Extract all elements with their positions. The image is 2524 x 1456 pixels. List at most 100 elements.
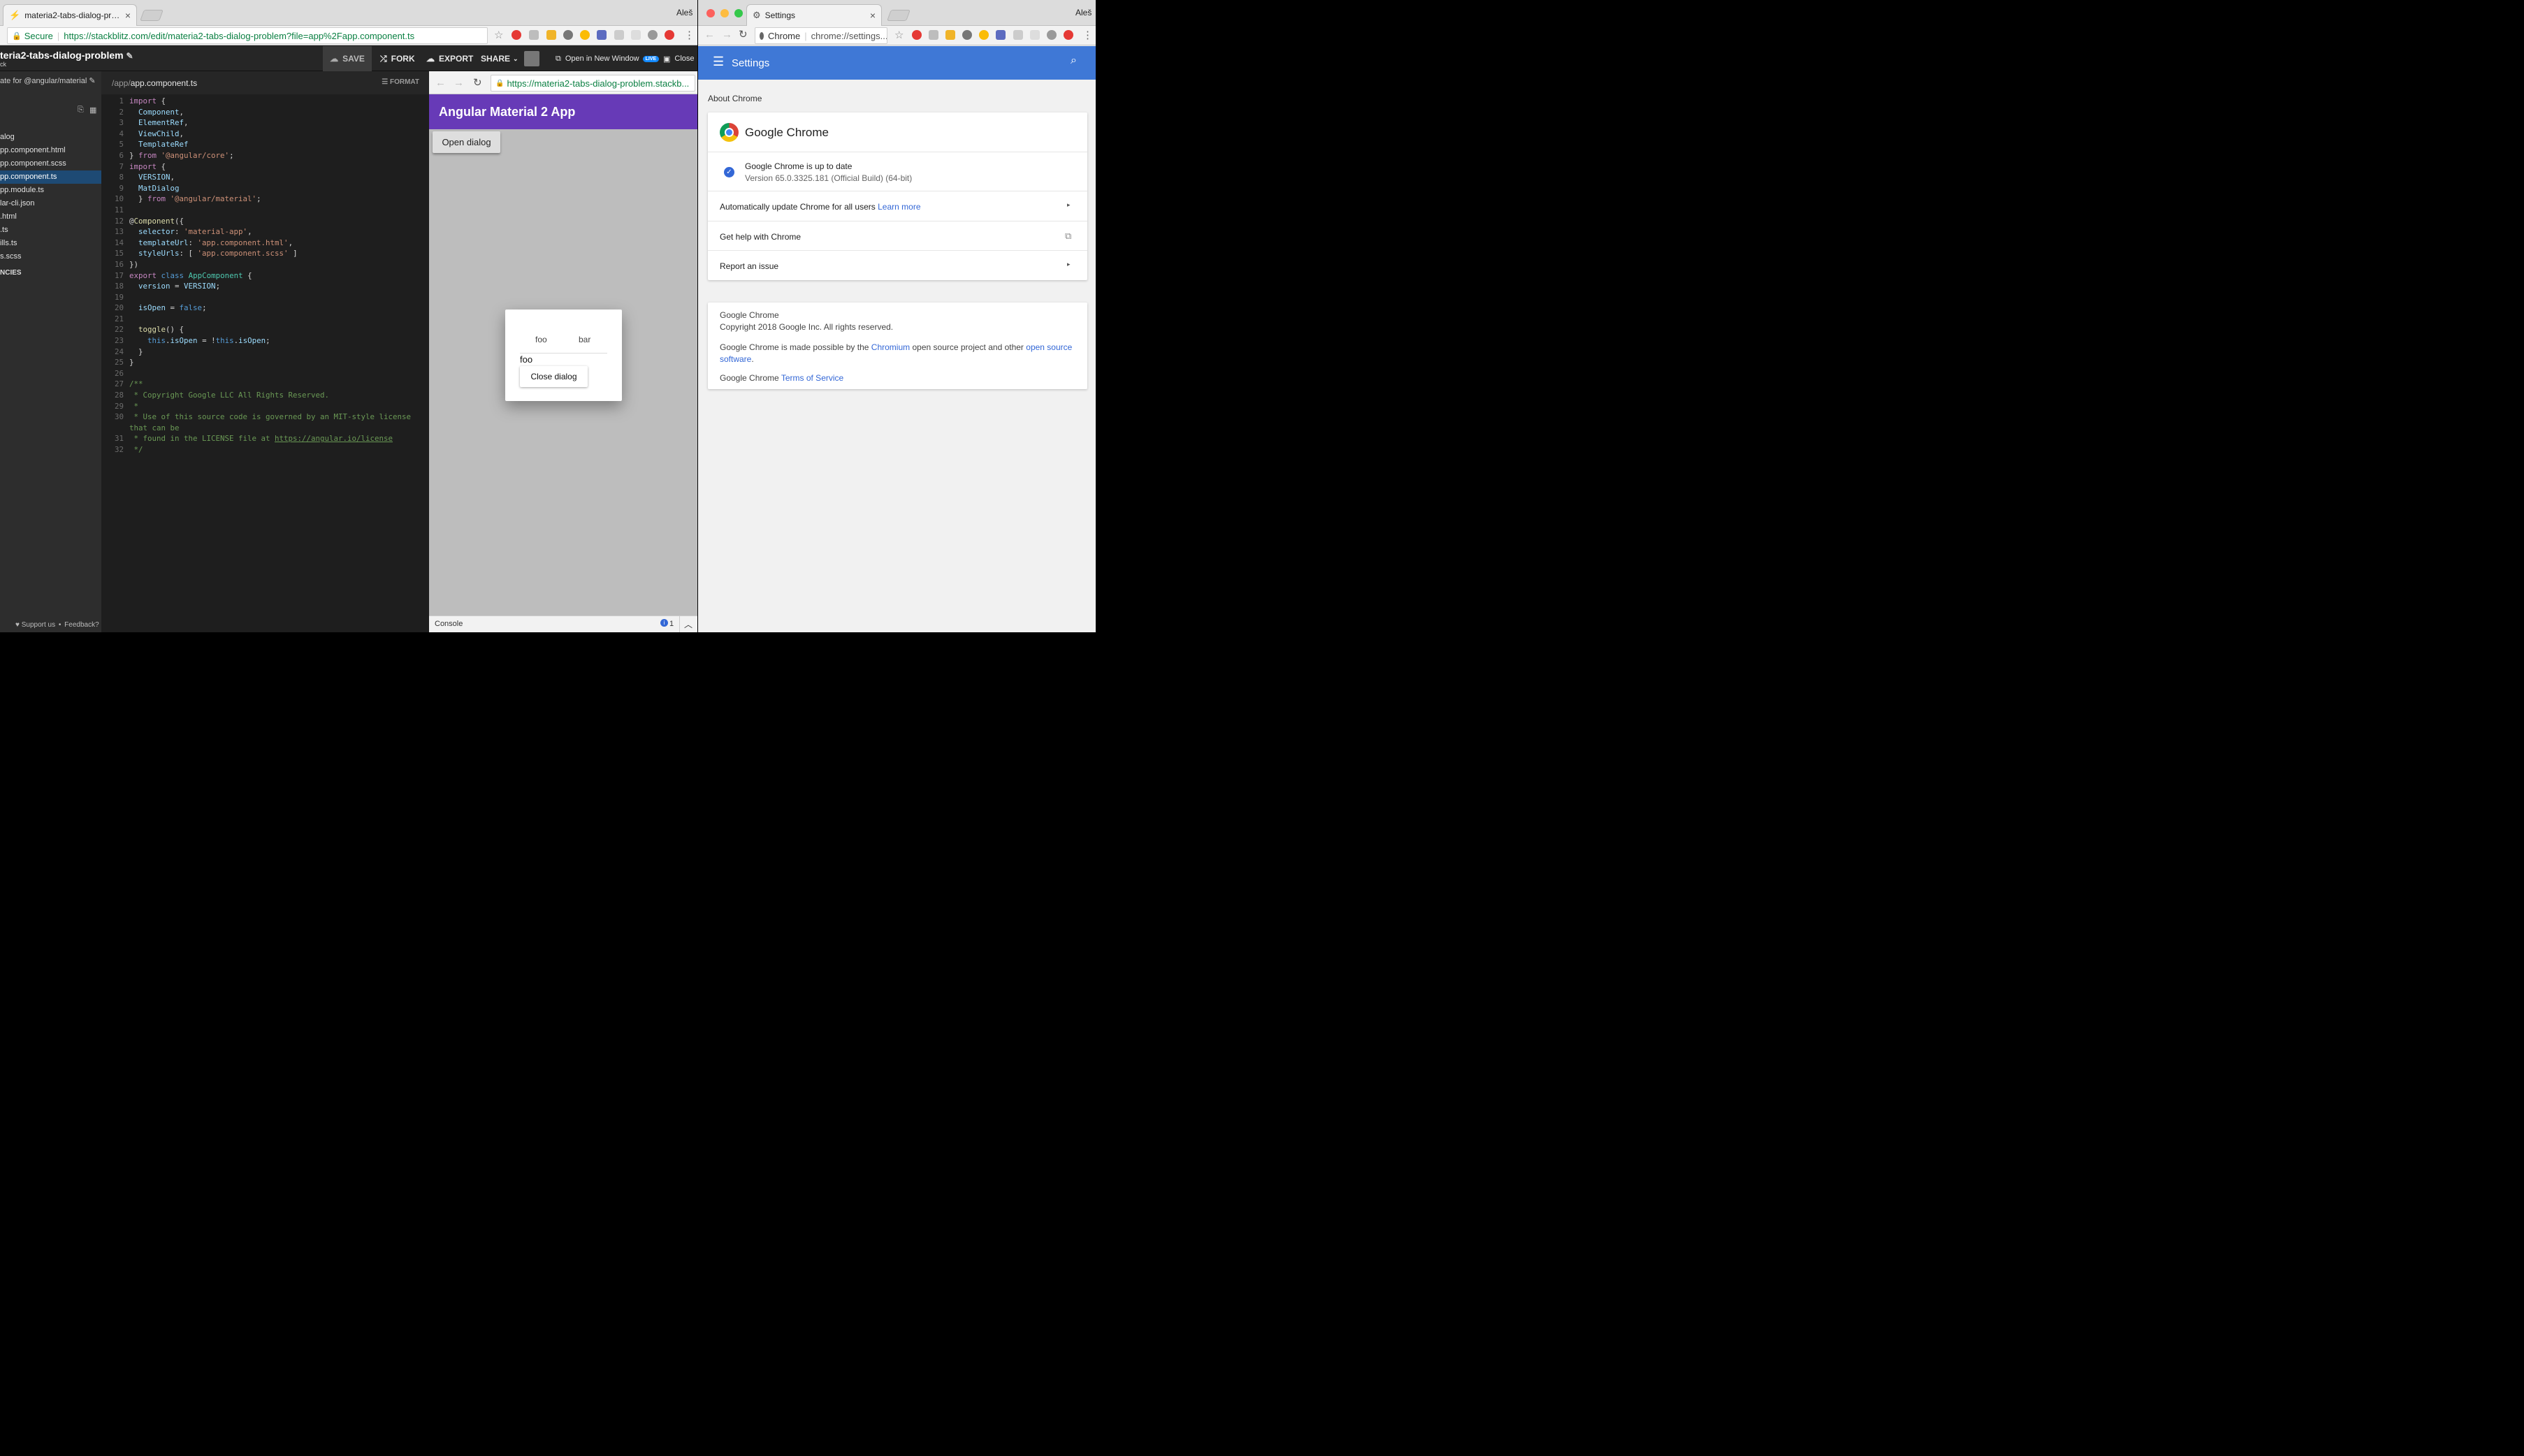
extension-icon[interactable] [563, 30, 573, 40]
extension-icon[interactable] [945, 30, 955, 40]
code-line: 14 templateUrl: 'app.component.html', [101, 238, 429, 249]
reload-icon[interactable]: ↻ [473, 76, 482, 89]
tab-stackblitz[interactable]: ⚡ materia2-tabs-dialog-problem × [3, 4, 137, 26]
dialog-content: foo [520, 354, 533, 365]
extension-icon[interactable] [962, 30, 972, 40]
support-link[interactable]: Support us [22, 621, 55, 629]
tos-link[interactable]: Terms of Service [781, 373, 843, 383]
sidebar-file-item[interactable]: pp.component.html [0, 144, 101, 157]
chrome-icon [760, 31, 764, 40]
extension-icon[interactable] [546, 30, 556, 40]
dialog-tab-bar[interactable]: bar [579, 335, 590, 344]
share-button[interactable]: SHARE ⌄ [481, 46, 518, 71]
address-bar[interactable]: 🔒 Secure | https://stackblitz.com/edit/m… [7, 27, 488, 44]
power-icon[interactable] [1064, 30, 1073, 40]
help-label: Get help with Chrome [720, 232, 802, 242]
extension-icon[interactable] [631, 30, 641, 40]
new-tab-button[interactable] [140, 10, 164, 21]
adblock-icon[interactable] [512, 30, 521, 40]
address-bar[interactable]: Chrome | chrome://settings... [755, 27, 887, 44]
tab-settings[interactable]: ⚙ Settings × [746, 4, 882, 26]
extension-icon[interactable] [648, 30, 658, 40]
pencil-icon[interactable]: ✎ [126, 51, 133, 61]
sidebar-file-item[interactable]: alog [0, 131, 101, 144]
extension-icon[interactable] [597, 30, 607, 40]
code-line: 25} [101, 357, 429, 368]
search-icon[interactable]: ⌕ [1071, 54, 1077, 67]
help-row[interactable]: Get help with Chrome ⧉ [708, 221, 1087, 250]
pencil-icon[interactable]: ✎ [89, 77, 95, 85]
close-tab-icon[interactable]: × [867, 10, 881, 21]
sidebar-file-item[interactable]: .ts [0, 224, 101, 237]
window-maximize-icon[interactable] [734, 9, 743, 17]
sidebar-file-item[interactable]: ills.ts [0, 237, 101, 250]
feedback-link[interactable]: Feedback? [64, 621, 99, 629]
save-button[interactable]: ☁ SAVE [323, 46, 372, 71]
project-title[interactable]: teria2-tabs-dialog-problem ✎ [0, 50, 133, 61]
sidebar-file-item[interactable]: s.scss [0, 250, 101, 263]
dialog-tab-foo[interactable]: foo [535, 335, 547, 344]
console-bar[interactable]: Console i 1 ︿ [429, 616, 697, 632]
extension-icon[interactable] [1013, 30, 1023, 40]
chevron-up-icon[interactable]: ︿ [684, 618, 692, 630]
back-icon[interactable]: ← [435, 77, 446, 89]
open-new-window-button[interactable]: ⧉ Open in New Window LIVE [556, 46, 660, 71]
avatar[interactable] [524, 51, 539, 66]
new-folder-icon[interactable]: ▦ [89, 105, 96, 115]
forward-icon[interactable]: → [722, 29, 732, 41]
auto-update-row[interactable]: Automatically update Chrome for all user… [708, 191, 1087, 221]
open-dialog-button[interactable]: Open dialog [433, 131, 500, 153]
extension-icon[interactable] [996, 30, 1006, 40]
sidebar-file-item[interactable]: .html [0, 210, 101, 224]
code-line: 30 * Use of this source code is governed… [101, 412, 429, 423]
camera-icon[interactable] [529, 30, 539, 40]
copyright-text: Copyright 2018 Google Inc. All rights re… [720, 322, 894, 332]
dependencies-section[interactable]: NCIES [0, 269, 22, 277]
export-button[interactable]: ☁ EXPORT [426, 46, 473, 71]
extension-icon[interactable] [580, 30, 590, 40]
close-preview-button[interactable]: ▣ Close [663, 46, 695, 71]
format-button[interactable]: ☰ FORMAT [382, 78, 419, 86]
camera-icon[interactable] [929, 30, 938, 40]
sidebar-file-item[interactable]: pp.component.scss [0, 157, 101, 170]
credits-text: Google Chrome is made possible by the Ch… [720, 342, 1073, 364]
bookmark-star-icon[interactable]: ☆ [894, 29, 904, 41]
version-text: Version 65.0.3325.181 (Official Build) (… [745, 173, 913, 183]
code-text: TemplateRef [138, 140, 189, 150]
chromium-link[interactable]: Chromium [871, 342, 910, 352]
bookmark-star-icon[interactable]: ☆ [494, 29, 503, 41]
back-icon[interactable]: ← [704, 29, 715, 41]
project-description[interactable]: ate for @angular/material ✎ [0, 76, 96, 85]
sidebar-file-item[interactable]: pp.module.ts [0, 184, 101, 197]
report-row[interactable]: Report an issue ▸ [708, 250, 1087, 280]
adblock-icon[interactable] [912, 30, 922, 40]
menu-kebab-icon[interactable]: ⋮ [1082, 29, 1093, 41]
window-close-icon[interactable] [706, 9, 715, 17]
sidebar-file-item[interactable]: pp.component.ts [0, 170, 101, 184]
code-text: */ [129, 445, 143, 454]
extension-icon[interactable] [979, 30, 989, 40]
new-tab-button[interactable] [887, 10, 911, 21]
arrow-right-icon: ▸ [1067, 261, 1071, 268]
code-text: } from '@angular/core'; [129, 150, 234, 160]
fork-button[interactable]: ⤮ FORK [380, 46, 415, 71]
preview-url-bar[interactable]: 🔒 https://materia2-tabs-dialog-problem.s… [491, 75, 695, 92]
reload-icon[interactable]: ↻ [739, 28, 748, 41]
profile-name[interactable]: Aleš [676, 8, 692, 17]
profile-name[interactable]: Aleš [1075, 8, 1091, 17]
code-editor[interactable]: /app/app.component.ts ☰ FORMAT 1 import {… [101, 71, 429, 632]
close-dialog-button[interactable]: Close dialog [520, 366, 588, 387]
extension-icon[interactable] [1030, 30, 1040, 40]
window-minimize-icon[interactable] [720, 9, 729, 17]
close-tab-icon[interactable]: × [122, 10, 136, 21]
power-icon[interactable] [665, 30, 674, 40]
sidebar-file-item[interactable]: lar-cli.json [0, 197, 101, 210]
extension-icon[interactable] [1047, 30, 1057, 40]
new-file-icon[interactable]: ⎘ [78, 105, 84, 115]
about-card: Google Chrome ✓ Google Chrome is up to d… [708, 112, 1087, 280]
forward-icon[interactable]: → [454, 77, 464, 89]
learn-more-link[interactable]: Learn more [878, 202, 920, 212]
menu-kebab-icon[interactable]: ⋮ [684, 29, 695, 41]
extension-icon[interactable] [614, 30, 624, 40]
menu-icon[interactable]: ☰ [713, 54, 724, 69]
